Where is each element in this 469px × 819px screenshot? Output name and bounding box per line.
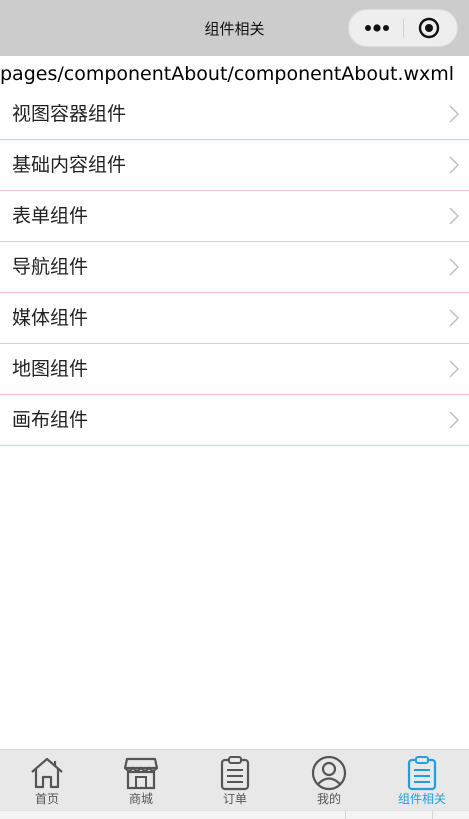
chevron-right-icon bbox=[449, 360, 459, 378]
component-list: 视图容器组件 基础内容组件 表单组件 导航组件 媒体组件 地图组件 画布组件 bbox=[0, 89, 469, 446]
navigation-bar: 组件相关 bbox=[0, 0, 469, 56]
list-item-view-container[interactable]: 视图容器组件 bbox=[0, 89, 469, 140]
list-item-label: 媒体组件 bbox=[12, 307, 89, 329]
list-item-navigation[interactable]: 导航组件 bbox=[0, 242, 469, 293]
chevron-right-icon bbox=[449, 105, 459, 123]
target-close-icon[interactable] bbox=[418, 17, 440, 39]
chevron-right-icon bbox=[449, 156, 459, 174]
clipboard-icon bbox=[407, 756, 437, 791]
page-path-text: pages/componentAbout/componentAbout.wxml bbox=[0, 63, 455, 85]
clipboard-icon bbox=[220, 756, 250, 791]
list-item-form[interactable]: 表单组件 bbox=[0, 191, 469, 242]
tab-home[interactable]: 首页 bbox=[0, 750, 94, 810]
store-icon bbox=[123, 757, 159, 790]
list-item-label: 视图容器组件 bbox=[12, 103, 127, 125]
strip-divider bbox=[432, 811, 433, 819]
tab-label: 商城 bbox=[128, 792, 153, 806]
capsule-divider bbox=[403, 19, 404, 38]
list-item-label: 基础内容组件 bbox=[12, 154, 127, 176]
list-item-media[interactable]: 媒体组件 bbox=[0, 293, 469, 344]
more-dots-icon[interactable] bbox=[363, 19, 391, 37]
page: 组件相关 pages/componentAbout/componentAbout… bbox=[0, 0, 469, 819]
tab-label: 订单 bbox=[222, 792, 247, 806]
list-item-label: 导航组件 bbox=[12, 256, 89, 278]
menu-capsule bbox=[348, 9, 458, 47]
tab-label: 首页 bbox=[34, 792, 59, 806]
list-item-canvas[interactable]: 画布组件 bbox=[0, 395, 469, 446]
tab-label: 组件相关 bbox=[397, 792, 446, 806]
bottom-strip bbox=[0, 810, 469, 819]
user-icon bbox=[311, 755, 347, 791]
list-item-label: 画布组件 bbox=[12, 409, 89, 431]
home-icon bbox=[31, 757, 63, 789]
chevron-right-icon bbox=[449, 258, 459, 276]
list-item-label: 地图组件 bbox=[12, 358, 89, 380]
tab-bar: 首页 商城 订单 我的 组件相关 bbox=[0, 749, 469, 810]
tab-orders[interactable]: 订单 bbox=[188, 750, 282, 810]
tab-label: 我的 bbox=[316, 792, 341, 806]
tab-mine[interactable]: 我的 bbox=[282, 750, 376, 810]
chevron-right-icon bbox=[449, 309, 459, 327]
list-item-label: 表单组件 bbox=[12, 205, 89, 227]
chevron-right-icon bbox=[449, 411, 459, 429]
list-item-map[interactable]: 地图组件 bbox=[0, 344, 469, 395]
tab-store[interactable]: 商城 bbox=[94, 750, 188, 810]
list-item-basic-content[interactable]: 基础内容组件 bbox=[0, 140, 469, 191]
chevron-right-icon bbox=[449, 207, 459, 225]
strip-divider bbox=[345, 811, 346, 819]
tab-components[interactable]: 组件相关 bbox=[375, 750, 469, 810]
